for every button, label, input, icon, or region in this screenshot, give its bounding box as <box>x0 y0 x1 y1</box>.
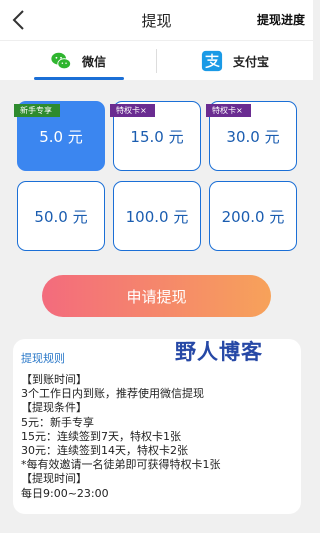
alipay-icon <box>201 50 223 72</box>
badge-newbie: 新手专享 <box>14 104 60 117</box>
rules-line: 5元：新手专享 <box>21 415 94 429</box>
rules-line: *每有效邀请一名徒弟即可获得特权卡1张 <box>21 458 221 472</box>
amount-label: 5.0 元 <box>39 127 83 146</box>
rules-line: 【提现时间】 <box>21 472 87 486</box>
rules-line: 15元：连续签到7天，特权卡1张 <box>21 429 181 443</box>
rules-line: 3个工作日内到账，推荐使用微信提现 <box>21 387 204 401</box>
amount-label: 30.0 元 <box>226 127 280 146</box>
rules-line: 【到账时间】 <box>21 373 87 386</box>
tab-wechat-label: 微信 <box>81 54 106 69</box>
wechat-icon <box>51 52 72 70</box>
rules-body: 【到账时间】 3个工作日内到账，推荐使用微信提现 【提现条件】 5元：新手专享 … <box>21 373 221 501</box>
top-bar: 提现 提现进度 <box>0 0 313 40</box>
rules-title: 提现规则 <box>21 352 65 365</box>
amount-label: 100.0 元 <box>125 207 189 226</box>
rules-line: 每日9:00~23:00 <box>21 486 109 500</box>
watermark-text: 野人博客 <box>175 340 263 364</box>
amount-option-30[interactable]: 特权卡× 30.0 元 <box>206 101 297 171</box>
badge-privilege-card: 特权卡× <box>206 104 251 117</box>
amount-label: 15.0 元 <box>130 127 184 146</box>
tab-alipay-label: 支付宝 <box>232 54 269 69</box>
amount-option-50[interactable]: 50.0 元 <box>17 181 105 251</box>
badge-privilege-card: 特权卡× <box>110 104 155 117</box>
amount-option-100[interactable]: 100.0 元 <box>113 181 201 251</box>
tab-alipay[interactable]: 支付宝 <box>157 41 313 81</box>
tab-wechat[interactable]: 微信 <box>0 41 156 81</box>
withdraw-progress-link[interactable]: 提现进度 <box>257 11 305 28</box>
payment-tabs: 微信 支付宝 <box>0 40 313 80</box>
amount-label: 200.0 元 <box>221 207 285 226</box>
rules-line: 30元：连续签到14天，特权卡2张 <box>21 444 188 458</box>
withdraw-rules-card: 提现规则 野人博客 【到账时间】 3个工作日内到账，推荐使用微信提现 【提现条件… <box>13 339 301 514</box>
amount-option-5[interactable]: 新手专享 5.0 元 <box>14 101 105 171</box>
amount-label: 50.0 元 <box>34 207 88 226</box>
amount-option-200[interactable]: 200.0 元 <box>209 181 297 251</box>
amount-option-15[interactable]: 特权卡× 15.0 元 <box>110 101 201 171</box>
apply-withdraw-button[interactable]: 申请提现 <box>42 275 271 317</box>
rules-line: 【提现条件】 <box>21 401 87 415</box>
